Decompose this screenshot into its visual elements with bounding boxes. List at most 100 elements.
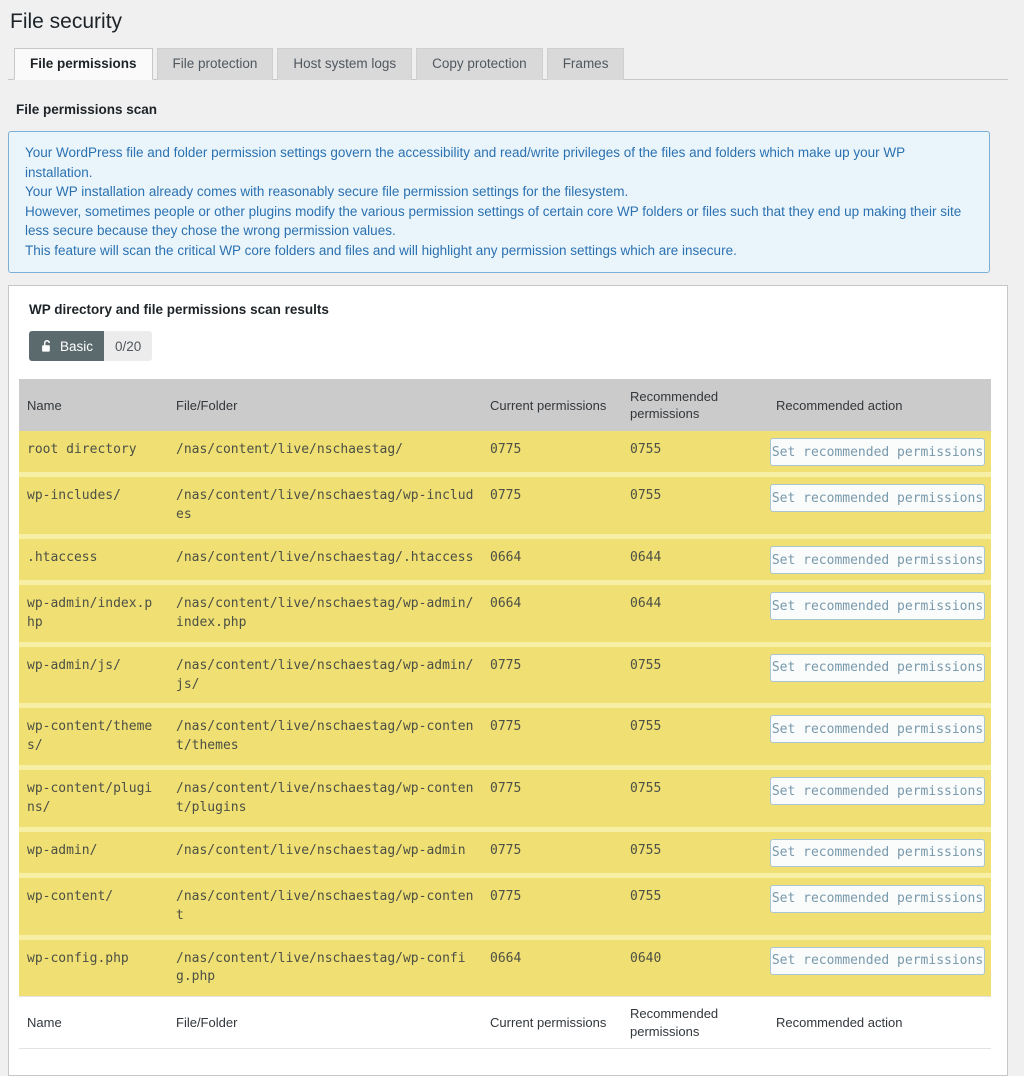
row-name: wp-content/themes/ — [19, 708, 168, 765]
row-name: wp-config.php — [19, 940, 168, 978]
column-header-file-folder: File/Folder — [168, 389, 482, 423]
table-row: wp-content/ /nas/content/live/nschaestag… — [19, 878, 991, 935]
column-header-recommended-action: Recommended action — [768, 389, 991, 423]
table-row: wp-admin/js/ /nas/content/live/nschaesta… — [19, 647, 991, 704]
table-row: wp-admin/index.php /nas/content/live/nsc… — [19, 585, 991, 642]
row-current-permissions: 0775 — [482, 878, 622, 916]
table-footer-row: Name File/Folder Current permissions Rec… — [19, 996, 991, 1049]
row-name: .htaccess — [19, 539, 168, 577]
row-action: Set recommended permissions — [768, 477, 991, 518]
row-recommended-permissions: 0755 — [622, 431, 768, 469]
info-line: Your WordPress file and folder permissio… — [25, 143, 973, 182]
set-recommended-permissions-button[interactable]: Set recommended permissions — [770, 947, 985, 975]
row-action: Set recommended permissions — [768, 770, 991, 811]
tab-copy-protection[interactable]: Copy protection — [416, 48, 543, 80]
set-recommended-permissions-button[interactable]: Set recommended permissions — [770, 839, 985, 867]
row-path: /nas/content/live/nschaestag/wp-content/… — [168, 770, 482, 827]
feature-level-badge: Basic 0/20 — [29, 331, 152, 361]
table-row: wp-content/themes/ /nas/content/live/nsc… — [19, 708, 991, 765]
row-action: Set recommended permissions — [768, 431, 991, 472]
row-action: Set recommended permissions — [768, 539, 991, 580]
row-recommended-permissions: 0755 — [622, 832, 768, 870]
row-recommended-permissions: 0755 — [622, 477, 768, 515]
set-recommended-permissions-button[interactable]: Set recommended permissions — [770, 715, 985, 743]
row-recommended-permissions: 0755 — [622, 647, 768, 685]
badge-basic[interactable]: Basic — [29, 331, 104, 361]
table-row: wp-content/plugins/ /nas/content/live/ns… — [19, 770, 991, 827]
tab-file-protection[interactable]: File protection — [157, 48, 274, 80]
row-path: /nas/content/live/nschaestag/wp-admin/js… — [168, 647, 482, 704]
row-recommended-permissions: 0644 — [622, 585, 768, 623]
set-recommended-permissions-button[interactable]: Set recommended permissions — [770, 654, 985, 682]
row-recommended-permissions: 0644 — [622, 539, 768, 577]
row-recommended-permissions: 0755 — [622, 878, 768, 916]
set-recommended-permissions-button[interactable]: Set recommended permissions — [770, 777, 985, 805]
row-action: Set recommended permissions — [768, 940, 991, 981]
row-current-permissions: 0775 — [482, 647, 622, 685]
row-current-permissions: 0775 — [482, 832, 622, 870]
table-row: .htaccess /nas/content/live/nschaestag/.… — [19, 539, 991, 580]
section-heading: File permissions scan — [16, 102, 1008, 117]
row-name: wp-content/plugins/ — [19, 770, 168, 827]
row-current-permissions: 0775 — [482, 431, 622, 469]
row-path: /nas/content/live/nschaestag/wp-config.p… — [168, 940, 482, 997]
tab-frames[interactable]: Frames — [547, 48, 625, 80]
row-name: wp-includes/ — [19, 477, 168, 515]
table-header-row: Name File/Folder Current permissions Rec… — [19, 379, 991, 431]
info-line: This feature will scan the critical WP c… — [25, 241, 973, 261]
set-recommended-permissions-button[interactable]: Set recommended permissions — [770, 546, 985, 574]
table-row: wp-includes/ /nas/content/live/nschaesta… — [19, 477, 991, 534]
row-action: Set recommended permissions — [768, 878, 991, 919]
permissions-table: Name File/Folder Current permissions Rec… — [19, 379, 991, 1049]
row-name: wp-admin/js/ — [19, 647, 168, 685]
column-header-name: Name — [19, 389, 168, 423]
row-current-permissions: 0775 — [482, 770, 622, 808]
table-row: wp-config.php /nas/content/live/nschaest… — [19, 940, 991, 997]
row-name: wp-content/ — [19, 878, 168, 916]
row-path: /nas/content/live/nschaestag/ — [168, 431, 482, 469]
row-name: wp-admin/index.php — [19, 585, 168, 642]
column-footer-current-permissions: Current permissions — [482, 1006, 622, 1040]
row-action: Set recommended permissions — [768, 832, 991, 873]
unlock-icon — [40, 339, 54, 353]
row-path: /nas/content/live/nschaestag/wp-admin/in… — [168, 585, 482, 642]
info-line: However, sometimes people or other plugi… — [25, 202, 973, 241]
info-notice: Your WordPress file and folder permissio… — [8, 131, 990, 273]
badge-level-label: Basic — [60, 339, 93, 354]
column-footer-recommended-action: Recommended action — [768, 1006, 991, 1040]
set-recommended-permissions-button[interactable]: Set recommended permissions — [770, 484, 985, 512]
set-recommended-permissions-button[interactable]: Set recommended permissions — [770, 592, 985, 620]
row-current-permissions: 0664 — [482, 539, 622, 577]
row-path: /nas/content/live/nschaestag/wp-content/… — [168, 708, 482, 765]
column-header-recommended-permissions: Recommended permissions — [622, 380, 768, 431]
row-path: /nas/content/live/nschaestag/wp-includes — [168, 477, 482, 534]
row-name: wp-admin/ — [19, 832, 168, 870]
row-action: Set recommended permissions — [768, 708, 991, 749]
set-recommended-permissions-button[interactable]: Set recommended permissions — [770, 885, 985, 913]
row-recommended-permissions: 0755 — [622, 770, 768, 808]
row-path: /nas/content/live/nschaestag/.htaccess — [168, 539, 482, 577]
row-current-permissions: 0664 — [482, 940, 622, 978]
table-row: wp-admin/ /nas/content/live/nschaestag/w… — [19, 832, 991, 873]
row-recommended-permissions: 0640 — [622, 940, 768, 978]
tab-bar: File permissions File protection Host sy… — [8, 48, 1008, 80]
results-heading: WP directory and file permissions scan r… — [29, 302, 989, 317]
table-row: root directory /nas/content/live/nschaes… — [19, 431, 991, 472]
tab-file-permissions[interactable]: File permissions — [14, 48, 153, 80]
set-recommended-permissions-button[interactable]: Set recommended permissions — [770, 438, 985, 466]
row-current-permissions: 0664 — [482, 585, 622, 623]
row-path: /nas/content/live/nschaestag/wp-admin — [168, 832, 482, 870]
table-body: root directory /nas/content/live/nschaes… — [19, 431, 991, 996]
row-name: root directory — [19, 431, 168, 469]
row-recommended-permissions: 0755 — [622, 708, 768, 746]
row-path: /nas/content/live/nschaestag/wp-content — [168, 878, 482, 935]
column-header-current-permissions: Current permissions — [482, 389, 622, 423]
page-title: File security — [8, 10, 1008, 34]
scan-results-card: WP directory and file permissions scan r… — [8, 285, 1008, 1076]
badge-count: 0/20 — [104, 331, 152, 361]
column-footer-file-folder: File/Folder — [168, 1006, 482, 1040]
tab-host-system-logs[interactable]: Host system logs — [277, 48, 412, 80]
row-action: Set recommended permissions — [768, 647, 991, 688]
column-footer-name: Name — [19, 1006, 168, 1040]
row-current-permissions: 0775 — [482, 708, 622, 746]
